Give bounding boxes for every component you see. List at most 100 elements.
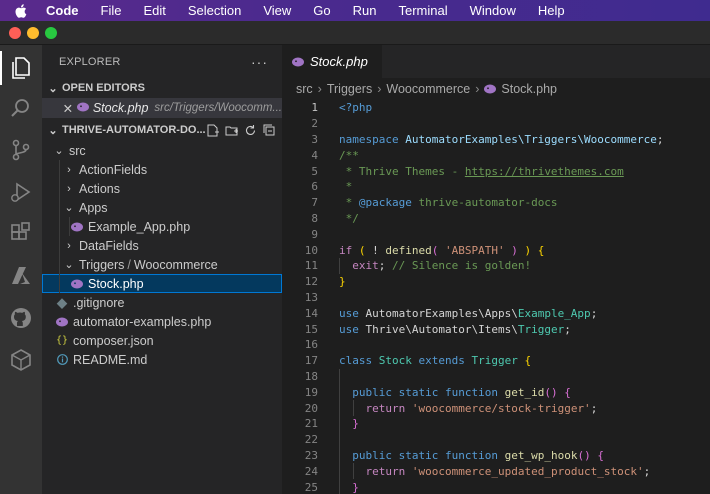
line-number: 20 — [304, 401, 318, 415]
code-line: 2 — [282, 116, 710, 132]
menu-run[interactable]: Run — [353, 3, 377, 18]
breadcrumb-woocommerce[interactable]: Woocommerce — [386, 82, 470, 96]
chevron-down-icon: ⌄ — [48, 124, 58, 137]
menu-go[interactable]: Go — [313, 3, 330, 18]
menu-view[interactable]: View — [263, 3, 291, 18]
activity-bar — [0, 45, 42, 494]
menu-window[interactable]: Window — [470, 3, 516, 18]
code-link[interactable]: https://thrivethemes.com — [465, 165, 624, 178]
php-file-icon — [484, 84, 497, 94]
breadcrumb-src[interactable]: src — [296, 82, 313, 96]
code-token: Example_App — [517, 306, 591, 320]
menu-terminal[interactable]: Terminal — [399, 3, 448, 18]
line-number: 5 — [311, 164, 318, 178]
tree-file-composer-json[interactable]: {} composer.json — [42, 331, 282, 350]
line-number: 7 — [311, 196, 318, 210]
tree-file-example-app[interactable]: Example_App.php — [42, 217, 282, 236]
code-token: static — [398, 448, 439, 462]
menu-selection[interactable]: Selection — [188, 3, 241, 18]
chevron-right-icon: › — [67, 163, 71, 176]
code-token: extends — [418, 354, 465, 368]
editor-area: Stock.php src › Triggers › Woocommerce ›… — [282, 45, 710, 494]
tree-folder-actions[interactable]: › Actions — [42, 179, 282, 198]
code-line: 22 — [282, 431, 710, 448]
line-number: 15 — [304, 322, 318, 336]
github-icon[interactable] — [8, 305, 34, 331]
tree-file-stock[interactable]: Stock.php — [42, 274, 282, 293]
workspace-folder-header[interactable]: ⌄ THRIVE-AUTOMATOR-DO... — [42, 119, 282, 141]
code-token: Trigger — [517, 322, 565, 336]
tab-label: Stock.php — [310, 54, 368, 69]
menu-file[interactable]: File — [101, 3, 122, 18]
macos-menubar: Code File Edit Selection View Go Run Ter… — [0, 0, 710, 21]
apple-logo-icon[interactable] — [14, 3, 28, 18]
search-icon[interactable] — [8, 96, 34, 122]
explorer-icon[interactable] — [0, 51, 34, 85]
source-control-icon[interactable] — [8, 137, 34, 163]
collapse-all-icon[interactable] — [263, 124, 276, 137]
code-line: 11 exit; // Silence is golden! — [282, 257, 710, 274]
code-line: 12} — [282, 274, 710, 290]
chevron-right-icon: › — [67, 239, 71, 252]
code-line: 23 public static function get_wp_hook() … — [282, 447, 710, 464]
minimize-window-button[interactable] — [27, 27, 39, 39]
tree-label: DataFields — [79, 238, 139, 253]
line-number: 2 — [311, 117, 318, 131]
code-token: AutomatorExamples\Apps\ — [365, 306, 518, 320]
new-folder-icon[interactable] — [225, 124, 238, 137]
line-number: 22 — [304, 433, 318, 447]
explorer-header: EXPLORER ··· — [42, 45, 282, 78]
open-editors-section[interactable]: ⌄ OPEN EDITORS — [42, 78, 282, 98]
code-line: 8 */ — [282, 211, 710, 227]
code-token: function — [445, 385, 498, 399]
code-editor[interactable]: 1 <?php 2 3 namespace AutomatorExamples\Tr… — [282, 100, 710, 494]
tree-folder-datafields[interactable]: › DataFields — [42, 236, 282, 255]
chevron-right-icon: › — [475, 82, 480, 96]
azure-icon[interactable] — [8, 263, 34, 289]
new-file-icon[interactable] — [206, 124, 219, 137]
breadcrumb-triggers[interactable]: Triggers — [327, 82, 372, 96]
code-line: 9 — [282, 226, 710, 242]
code-token: thrive-automator-docs — [411, 196, 558, 210]
remote-explorer-icon[interactable] — [8, 347, 34, 373]
code-line: 5 * Thrive Themes - https://thrivethemes… — [282, 163, 710, 179]
zoom-window-button[interactable] — [45, 27, 57, 39]
menu-app-code[interactable]: Code — [46, 3, 79, 18]
tree-folder-src[interactable]: ⌄ src — [42, 141, 282, 160]
code-token: public — [352, 448, 392, 462]
breadcrumb-file[interactable]: Stock.php — [501, 82, 557, 96]
menu-help[interactable]: Help — [538, 3, 565, 18]
code-token: public — [352, 385, 392, 399]
php-file-icon — [69, 221, 85, 233]
tree-folder-triggers-woocommerce[interactable]: ⌄ Triggers / Woocommerce — [42, 255, 282, 274]
code-token: return — [365, 401, 406, 415]
close-window-button[interactable] — [9, 27, 21, 39]
tree-label-compact: Woocommerce — [133, 257, 218, 272]
tree-file-readme[interactable]: README.md — [42, 350, 282, 369]
tree-file-automator-examples[interactable]: automator-examples.php — [42, 312, 282, 331]
close-editor-icon[interactable]: ✕ — [62, 101, 74, 116]
line-number: 21 — [304, 417, 318, 431]
tree-file-gitignore[interactable]: ◆ .gitignore — [42, 293, 282, 312]
tree-label: src — [69, 143, 86, 158]
tab-stock-php[interactable]: Stock.php — [282, 45, 382, 78]
run-debug-icon[interactable] — [8, 179, 34, 205]
code-token: exit — [352, 259, 379, 273]
workspace-folder-title: THRIVE-AUTOMATOR-DO... — [62, 124, 206, 136]
more-actions-button[interactable]: ··· — [251, 54, 268, 70]
refresh-icon[interactable] — [244, 124, 257, 137]
menu-edit[interactable]: Edit — [143, 3, 165, 18]
tree-folder-apps[interactable]: ⌄ Apps — [42, 198, 282, 217]
code-token: use — [339, 322, 359, 336]
code-line: 7 * @package thrive-automator-docs — [282, 195, 710, 211]
code-token: 'woocommerce/stock-trigger' — [411, 401, 591, 415]
explorer-title: EXPLORER — [59, 55, 121, 68]
line-number: 17 — [304, 354, 318, 368]
code-token: AutomatorExamples\Triggers\Woocommerce — [405, 132, 657, 146]
line-number: 14 — [304, 306, 318, 320]
extensions-icon[interactable] — [8, 221, 34, 247]
open-editor-item[interactable]: ✕ Stock.php src/Triggers/Woocomm... — [42, 98, 282, 118]
tree-folder-actionfields[interactable]: › ActionFields — [42, 160, 282, 179]
line-number: 9 — [311, 227, 318, 241]
line-number: 16 — [304, 338, 318, 352]
